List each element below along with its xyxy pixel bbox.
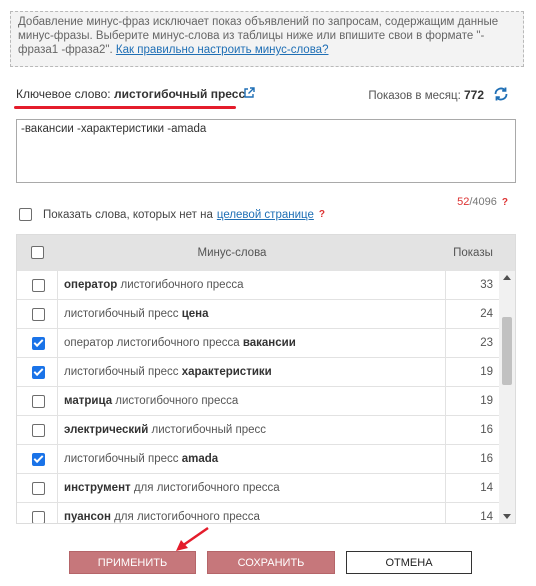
row-phrase-rest: листогибочный пресс [64,308,182,320]
row-phrase-rest: листогибочного пресса [117,279,244,291]
keyword-line: Ключевое слово: листогибочный пресс [16,87,245,101]
row-phrase-bold: amada [181,453,219,465]
red-arrow-annotation [176,526,209,551]
cancel-button[interactable]: ОТМЕНА [346,551,472,574]
table-row[interactable]: оператор листогибочного пресса 33 [17,271,499,300]
show-missing-row: Показать слова, которых нет на целевой с… [19,208,325,221]
table-row[interactable]: листогибочный пресс amada 16 [17,445,499,474]
row-phrase-rest: для листогибочного пресса [110,511,260,523]
row-checkbox[interactable] [32,395,45,408]
keyword-label: Ключевое слово: [16,87,111,101]
table-row[interactable]: листогибочный пресс характеристики 19 [17,358,499,387]
table-row[interactable]: электрический листогибочный пресс 16 [17,416,499,445]
row-phrase: листогибочный пресс цена [57,300,445,328]
table-header: Минус-слова Показы [17,235,515,271]
counter-used: 52 [457,196,470,208]
row-phrase: инструмент для листогибочного пресса [57,474,445,502]
row-phrase-bold: инструмент [64,482,131,494]
scroll-up-icon[interactable] [503,275,511,280]
info-box: Добавление минус-фраз исключает показ об… [10,11,524,67]
row-phrase-bold: характеристики [181,366,272,378]
row-phrase-rest: листогибочный пресс [64,453,182,465]
external-link-icon[interactable] [243,87,255,99]
counter-limit: /4096 [469,196,497,208]
save-button[interactable]: СОХРАНИТЬ [207,551,335,574]
table-row[interactable]: матрица листогибочного пресса 19 [17,387,499,416]
row-shows: 19 [445,387,499,415]
row-phrase-rest: листогибочный пресс [64,366,182,378]
row-checkbox[interactable] [32,308,45,321]
row-shows: 14 [445,474,499,502]
row-phrase: листогибочный пресс характеристики [57,358,445,386]
counter-help-icon[interactable]: ? [502,197,508,208]
row-shows: 16 [445,445,499,473]
help-link[interactable]: Как правильно настроить минус-слова? [116,44,329,56]
row-phrase-rest: для листогибочного пресса [130,482,280,494]
row-checkbox[interactable] [32,453,45,466]
show-missing-help-icon[interactable]: ? [319,209,325,220]
row-phrase-rest: листогибочный пресс [148,424,267,436]
show-missing-label: Показать слова, которых нет на [43,208,213,221]
row-checkbox[interactable] [32,482,45,495]
refresh-icon[interactable] [492,85,510,103]
scroll-thumb[interactable] [502,317,512,385]
row-checkbox[interactable] [32,511,45,523]
row-phrase-rest: листогибочного пресса [112,395,239,407]
row-checkbox[interactable] [32,279,45,292]
apply-button[interactable]: ПРИМЕНИТЬ [69,551,196,574]
keyword-underline-annotation [14,106,236,109]
row-phrase-bold: электрический [64,424,149,436]
row-phrase: оператор листогибочного пресса [57,271,445,299]
row-shows: 19 [445,358,499,386]
minus-words-table: Минус-слова Показы оператор листогибочно… [16,234,516,524]
row-phrase-bold: вакансии [242,337,296,349]
row-shows: 33 [445,271,499,299]
table-row[interactable]: оператор листогибочного пресса вакансии 2… [17,329,499,358]
row-shows: 23 [445,329,499,357]
header-shows: Показы [453,247,493,259]
row-shows: 16 [445,416,499,444]
scroll-down-icon[interactable] [503,514,511,519]
row-phrase-bold: матрица [64,395,113,407]
row-phrase: матрица листогибочного пресса [57,387,445,415]
row-phrase-bold: оператор [64,279,118,291]
row-checkbox[interactable] [32,337,45,350]
monthly-label: Показов в месяц: [368,90,461,102]
table-row[interactable]: листогибочный пресс цена 24 [17,300,499,329]
minus-phrases-textarea[interactable]: -вакансии -характеристики -amada [16,119,516,183]
show-missing-checkbox[interactable] [19,208,32,221]
target-page-link[interactable]: целевой странице [217,209,314,221]
monthly-value: 772 [463,88,484,102]
table-scrollbar[interactable] [499,271,515,523]
row-phrase: электрический листогибочный пресс [57,416,445,444]
row-phrase-bold: цена [181,308,209,320]
header-words: Минус-слова [197,247,267,259]
row-checkbox[interactable] [32,366,45,379]
row-phrase-bold: пуансон [64,511,111,523]
table-row[interactable]: инструмент для листогибочного пресса 14 [17,474,499,503]
table-row[interactable]: пуансон для листогибочного пресса 14 [17,503,499,523]
row-shows: 24 [445,300,499,328]
row-phrase: листогибочный пресс amada [57,445,445,473]
row-phrase: оператор листогибочного пресса вакансии [57,329,445,357]
char-counter: 52/4096? [457,196,508,208]
row-phrase-rest: оператор листогибочного пресса [64,337,243,349]
monthly-shows: Показов в месяц: 772 [368,88,484,102]
keyword-value: листогибочный пресс [113,87,246,101]
row-checkbox[interactable] [32,424,45,437]
row-phrase: пуансон для листогибочного пресса [57,503,445,523]
row-shows: 14 [445,503,499,523]
